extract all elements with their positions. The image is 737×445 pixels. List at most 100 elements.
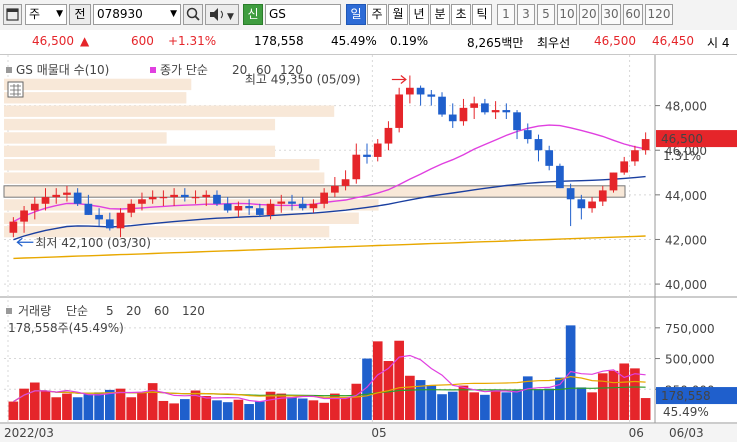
candle-body[interactable] (620, 161, 629, 173)
candle-body[interactable] (491, 110, 500, 113)
volume-bar[interactable] (437, 394, 447, 420)
interval-tab-3[interactable]: 3 (517, 4, 535, 25)
volume-bar[interactable] (394, 340, 404, 420)
candle-body[interactable] (598, 190, 607, 202)
volume-bar[interactable] (544, 388, 555, 420)
sound-button[interactable]: ▼ (205, 4, 239, 25)
candle-body[interactable] (309, 203, 318, 209)
candle-body[interactable] (105, 219, 114, 229)
candle-body[interactable] (577, 199, 586, 209)
volume-bar[interactable] (147, 383, 158, 420)
volume-bar[interactable] (351, 383, 362, 420)
candle-body[interactable] (159, 197, 168, 199)
candle-body[interactable] (52, 194, 61, 198)
volume-bar[interactable] (83, 394, 94, 420)
candle-body[interactable] (331, 185, 339, 193)
candle-body[interactable] (234, 206, 243, 211)
volume-bar[interactable] (576, 387, 587, 420)
candle-body[interactable] (63, 192, 71, 195)
candle-body[interactable] (373, 143, 382, 157)
stock-code-input[interactable]: 078930 ▼ (93, 4, 181, 25)
volume-bar[interactable] (340, 397, 351, 420)
interval-tab-60[interactable]: 60 (623, 4, 643, 25)
candle-body[interactable] (438, 96, 446, 115)
candle-body[interactable] (41, 197, 50, 204)
volume-bar[interactable] (533, 389, 544, 420)
candle-body[interactable] (523, 130, 532, 140)
volume-bar[interactable] (640, 398, 651, 420)
candle-body[interactable] (320, 192, 328, 204)
grid-toggle-icon[interactable] (7, 81, 24, 98)
interval-tab-5[interactable]: 5 (537, 4, 555, 25)
new-order-button[interactable]: 신 (243, 4, 263, 25)
candle-body[interactable] (148, 197, 157, 200)
candle-body[interactable] (138, 199, 146, 204)
interval-tab-30[interactable]: 30 (601, 4, 621, 25)
chart-area[interactable]: 40,00042,00044,00046,00048,000250,000500… (0, 55, 737, 442)
volume-bar[interactable] (158, 400, 169, 420)
candle-body[interactable] (341, 179, 350, 186)
candle-body[interactable] (556, 165, 564, 189)
candle-body[interactable] (127, 203, 136, 213)
volume-bar[interactable] (212, 400, 222, 420)
interval-tab-10[interactable]: 10 (557, 4, 577, 25)
period-tab-2[interactable]: 월 (388, 4, 408, 25)
volume-bar[interactable] (287, 397, 297, 420)
candle-body[interactable] (180, 194, 189, 198)
volume-bar[interactable] (372, 341, 383, 420)
candle-body[interactable] (116, 212, 125, 229)
candle-body[interactable] (277, 201, 286, 204)
candle-body[interactable] (513, 112, 521, 131)
interval-tab-120[interactable]: 120 (645, 4, 673, 25)
volume-bar[interactable] (8, 401, 19, 420)
candle-body[interactable] (298, 203, 307, 209)
stock-name-field[interactable]: GS (265, 4, 341, 25)
volume-bar[interactable] (244, 404, 254, 420)
volume-bar[interactable] (29, 382, 40, 420)
volume-bar[interactable] (233, 399, 244, 420)
period-tab-3[interactable]: 년 (409, 4, 429, 25)
prev-button[interactable]: 전 (69, 4, 91, 25)
candle-body[interactable] (384, 127, 393, 144)
candle-body[interactable] (395, 94, 404, 128)
volume-bar[interactable] (630, 368, 640, 420)
candle-body[interactable] (213, 194, 221, 204)
volume-bar[interactable] (51, 397, 62, 420)
volume-bar[interactable] (169, 403, 179, 420)
volume-bar[interactable] (619, 363, 630, 420)
candle-body[interactable] (416, 87, 425, 95)
candle-body[interactable] (73, 192, 82, 204)
candle-body[interactable] (255, 208, 264, 215)
candle-body[interactable] (470, 103, 479, 108)
candle-body[interactable] (352, 154, 361, 180)
volume-bar[interactable] (94, 392, 104, 420)
candle-body[interactable] (245, 206, 253, 209)
volume-bar[interactable] (587, 392, 597, 420)
volume-bar[interactable] (319, 402, 329, 420)
volume-bar[interactable] (297, 398, 308, 420)
interval-tab-1[interactable]: 1 (497, 4, 515, 25)
volume-bar[interactable] (512, 390, 522, 420)
window-icon[interactable] (3, 4, 22, 25)
candle-body[interactable] (202, 194, 211, 198)
candle-body[interactable] (448, 114, 457, 122)
volume-bar[interactable] (255, 401, 265, 420)
volume-bar[interactable] (180, 399, 190, 420)
volume-bar[interactable] (480, 394, 490, 420)
candle-body[interactable] (266, 203, 275, 215)
volume-bar[interactable] (126, 397, 137, 420)
interval-tab-20[interactable]: 20 (579, 4, 599, 25)
volume-bar[interactable] (458, 385, 469, 420)
volume-bar[interactable] (40, 390, 51, 420)
candle-body[interactable] (641, 139, 650, 151)
candle-body[interactable] (566, 188, 575, 200)
candle-body[interactable] (588, 201, 596, 209)
candle-body[interactable] (502, 110, 511, 113)
candle-body[interactable] (30, 203, 39, 211)
volume-bar[interactable] (522, 376, 533, 420)
candle-body[interactable] (170, 194, 178, 198)
volume-bar[interactable] (447, 391, 458, 420)
period-tab-0[interactable]: 일 (346, 4, 366, 25)
candle-body[interactable] (223, 203, 232, 211)
candle-body[interactable] (191, 197, 200, 199)
